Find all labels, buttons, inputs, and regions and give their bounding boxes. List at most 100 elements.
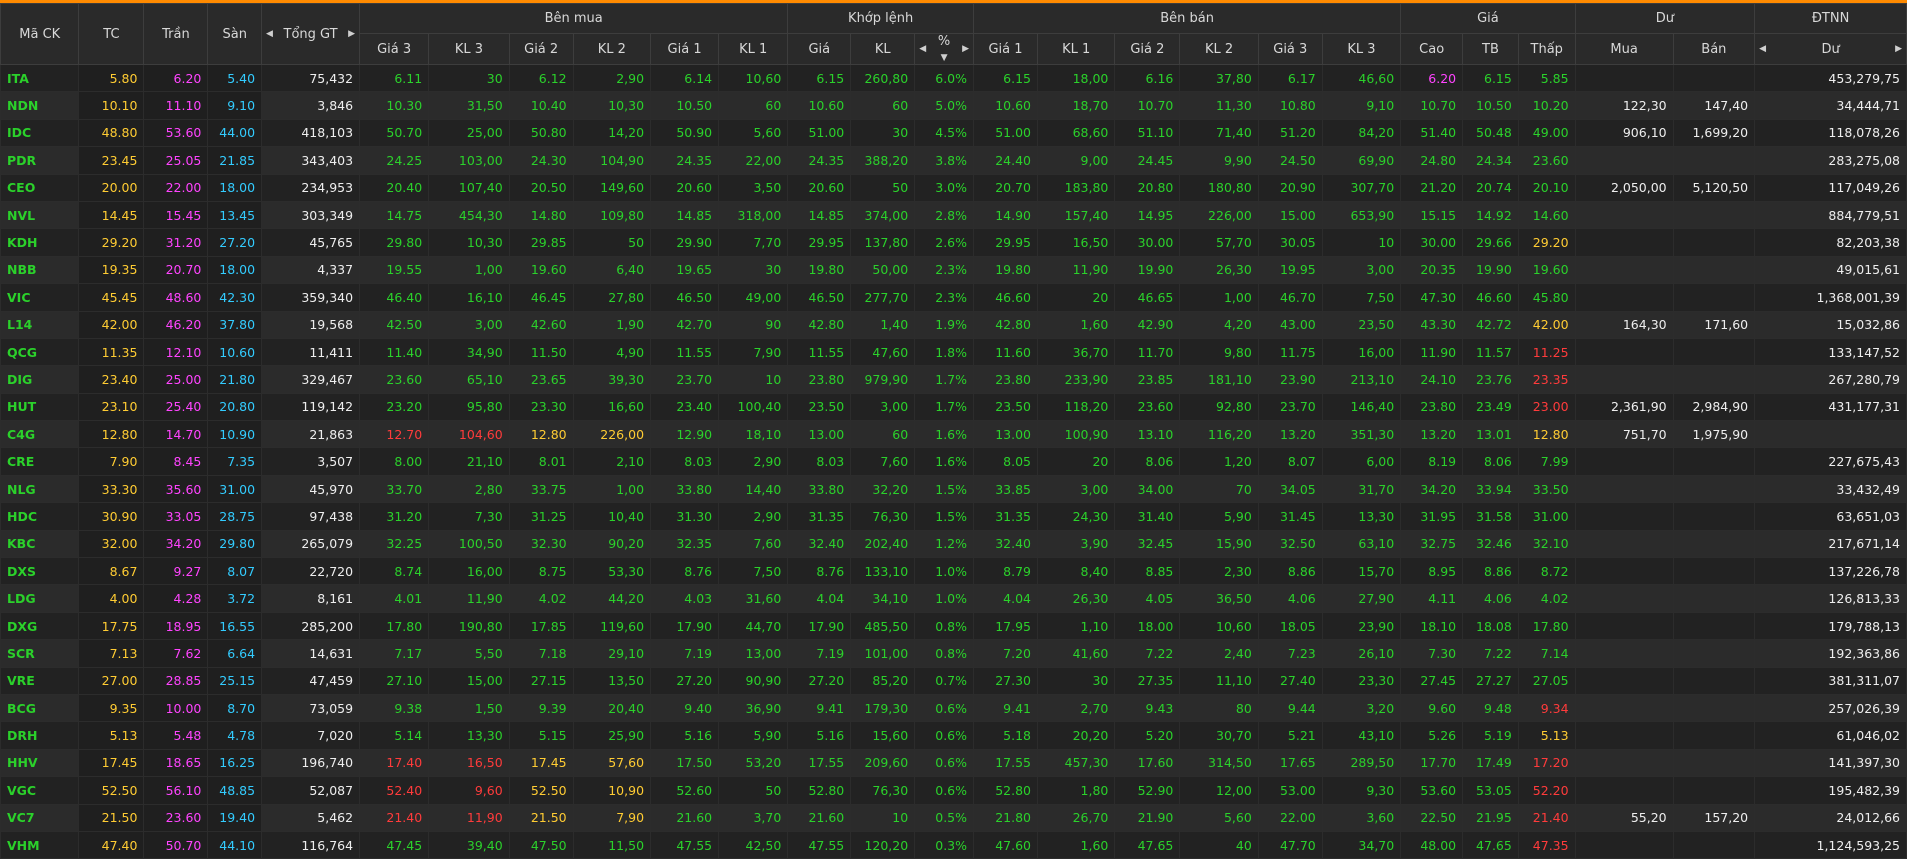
col-ma-ck[interactable]: Mã CK xyxy=(0,3,80,65)
cell-symbol[interactable]: DRH xyxy=(0,721,80,750)
cell-symbol[interactable]: PDR xyxy=(0,146,80,175)
col-sell-gia1[interactable]: Giá 1 xyxy=(973,33,1038,65)
cell-symbol[interactable]: VRE xyxy=(0,666,80,695)
cell-symbol[interactable]: VIC xyxy=(0,283,80,312)
table-row[interactable]: DXG 17.75 18.95 16.55 285,200 17.80 190,80 17.8… xyxy=(0,611,1907,641)
scroll-left-icon[interactable]: ◀ xyxy=(919,44,926,54)
cell-symbol[interactable]: DIG xyxy=(0,365,80,394)
cell-symbol[interactable]: CEO xyxy=(0,173,80,202)
col-buy-gia1[interactable]: Giá 1 xyxy=(650,33,720,65)
cell-buy-price-1: 7.19 xyxy=(650,639,720,668)
table-row[interactable]: VC7 21.50 23.60 19.40 5,462 21.40 11,90 21.50 7,… xyxy=(0,803,1907,832)
table-row[interactable]: NVL 14.45 15.45 13.45 303,349 14.75 454,30 14.8… xyxy=(0,200,1907,230)
cell-symbol[interactable]: BCG xyxy=(0,693,80,723)
cell-symbol[interactable]: ITA xyxy=(0,63,80,93)
col-match-pct[interactable]: ◀ % ▼ ▶ xyxy=(914,33,975,65)
cell-symbol[interactable]: NVL xyxy=(0,200,80,230)
table-row[interactable]: IDC 48.80 53.60 44.00 418,103 50.70 25,00 50.80… xyxy=(0,118,1907,148)
scroll-left-icon[interactable]: ◀ xyxy=(266,29,273,39)
cell-residual-sell xyxy=(1672,529,1756,559)
cell-buy-price-2: 47.50 xyxy=(508,830,574,859)
table-row[interactable]: NDN 10.10 11.10 9.10 3,846 10.30 31,50 10.40 10,… xyxy=(0,91,1907,120)
col-thap[interactable]: Thấp xyxy=(1517,33,1576,65)
col-buy-gia3[interactable]: Giá 3 xyxy=(359,33,430,65)
cell-symbol[interactable]: HHV xyxy=(0,748,80,778)
table-row[interactable]: KBC 32.00 34.20 29.80 265,079 32.25 100,50 32.3… xyxy=(0,529,1907,559)
table-row[interactable]: BCG 9.35 10.00 8.70 73,059 9.38 1,50 9.39 20,40 9… xyxy=(0,693,1907,723)
cell-avg-price: 32.46 xyxy=(1462,529,1519,559)
table-row[interactable]: NBB 19.35 20.70 18.00 4,337 19.55 1,00 19.60 6,4… xyxy=(0,255,1907,285)
scroll-right-icon[interactable]: ▶ xyxy=(348,29,355,39)
table-row[interactable]: DRH 5.13 5.48 4.78 7,020 5.14 13,30 5.15 25,90 5.… xyxy=(0,721,1907,750)
col-du-mua[interactable]: Mua xyxy=(1574,33,1674,65)
cell-symbol[interactable]: NBB xyxy=(0,255,80,285)
table-row[interactable]: LDG 4.00 4.28 3.72 8,161 4.01 11,90 4.02 44,20 4.… xyxy=(0,584,1907,613)
scroll-right-icon[interactable]: ▶ xyxy=(1895,44,1902,54)
col-sell-gia2[interactable]: Giá 2 xyxy=(1114,33,1181,65)
scroll-right-icon[interactable]: ▶ xyxy=(962,44,969,54)
col-match-gia[interactable]: Giá xyxy=(787,33,852,65)
cell-symbol[interactable]: NLG xyxy=(0,474,80,504)
table-row[interactable]: NLG 33.30 35.60 31.00 45,970 33.70 2,80 33.75 1,… xyxy=(0,474,1907,504)
cell-symbol[interactable]: KDH xyxy=(0,228,80,257)
table-row[interactable]: QCG 11.35 12.10 10.60 11,411 11.40 34,90 11.50 4… xyxy=(0,337,1907,367)
table-row[interactable]: ITA 5.80 6.20 5.40 75,432 6.11 30 6.12 2,90 6.14 1… xyxy=(0,63,1907,93)
cell-buy-price-2: 31.25 xyxy=(508,502,574,531)
cell-foreign-room: 195,482,39 xyxy=(1754,776,1907,805)
cell-symbol[interactable]: VGC xyxy=(0,776,80,805)
col-du-ban[interactable]: Bán xyxy=(1672,33,1756,65)
col-tong-gt[interactable]: ◀ Tổng GT ▶ xyxy=(261,3,361,65)
cell-symbol[interactable]: IDC xyxy=(0,118,80,148)
table-row[interactable]: CEO 20.00 22.00 18.00 234,953 20.40 107,40 20.5… xyxy=(0,173,1907,202)
col-buy-kl3[interactable]: KL 3 xyxy=(428,33,510,65)
table-row[interactable]: C4G 12.80 14.70 10.90 21,863 12.70 104,60 12.80… xyxy=(0,420,1907,449)
cell-residual-buy xyxy=(1574,447,1674,476)
col-sell-kl3[interactable]: KL 3 xyxy=(1321,33,1402,65)
table-row[interactable]: SCR 7.13 7.62 6.64 14,631 7.17 5,50 7.18 29,10 7.… xyxy=(0,639,1907,668)
col-sell-kl2[interactable]: KL 2 xyxy=(1179,33,1259,65)
table-row[interactable]: KDH 29.20 31.20 27.20 45,765 29.80 10,30 29.85 5… xyxy=(0,228,1907,257)
cell-symbol[interactable]: KBC xyxy=(0,529,80,559)
col-san[interactable]: Sàn xyxy=(207,3,263,65)
col-buy-gia2[interactable]: Giá 2 xyxy=(508,33,574,65)
cell-symbol[interactable]: DXG xyxy=(0,611,80,641)
table-row[interactable]: HUT 23.10 25.40 20.80 119,142 23.20 95,80 23.30… xyxy=(0,392,1907,422)
cell-foreign-room: 227,675,43 xyxy=(1754,447,1907,476)
table-row[interactable]: VGC 52.50 56.10 48.85 52,087 52.40 9,60 52.50 10… xyxy=(0,776,1907,805)
cell-symbol[interactable]: QCG xyxy=(0,337,80,367)
col-cao[interactable]: Cao xyxy=(1400,33,1464,65)
cell-symbol[interactable]: C4G xyxy=(0,420,80,449)
table-row[interactable]: PDR 23.45 25.05 21.85 343,403 24.25 103,00 24.3… xyxy=(0,146,1907,175)
cell-floor-price: 18.00 xyxy=(207,173,263,202)
cell-symbol[interactable]: VC7 xyxy=(0,803,80,832)
cell-symbol[interactable]: L14 xyxy=(0,310,80,339)
table-row[interactable]: VHM 47.40 50.70 44.10 116,764 47.45 39,40 47.50… xyxy=(0,830,1907,859)
col-sell-gia3[interactable]: Giá 3 xyxy=(1257,33,1323,65)
col-nn-du[interactable]: ◀ Dư ▶ xyxy=(1754,33,1907,65)
table-row[interactable]: VIC 45.45 48.60 42.30 359,340 46.40 16,10 46.45… xyxy=(0,283,1907,312)
cell-symbol[interactable]: HDC xyxy=(0,502,80,531)
cell-symbol[interactable]: CRE xyxy=(0,447,80,476)
table-row[interactable]: VRE 27.00 28.85 25.15 47,459 27.10 15,00 27.15 1… xyxy=(0,666,1907,695)
col-buy-kl1[interactable]: KL 1 xyxy=(718,33,789,65)
table-row[interactable]: HDC 30.90 33.05 28.75 97,438 31.20 7,30 31.25 10… xyxy=(0,502,1907,531)
cell-symbol[interactable]: SCR xyxy=(0,639,80,668)
cell-buy-price-3: 10.30 xyxy=(359,91,430,120)
table-row[interactable]: HHV 17.45 18.65 16.25 196,740 17.40 16,50 17.45… xyxy=(0,748,1907,778)
table-row[interactable]: CRE 7.90 8.45 7.35 3,507 8.00 21,10 8.01 2,10 8.0… xyxy=(0,447,1907,476)
table-row[interactable]: DXS 8.67 9.27 8.07 22,720 8.74 16,00 8.75 53,30 8… xyxy=(0,557,1907,586)
table-row[interactable]: DIG 23.40 25.00 21.80 329,467 23.60 65,10 23.65… xyxy=(0,365,1907,394)
col-tc[interactable]: TC xyxy=(78,3,145,65)
cell-symbol[interactable]: VHM xyxy=(0,830,80,859)
col-buy-kl2[interactable]: KL 2 xyxy=(572,33,652,65)
cell-symbol[interactable]: HUT xyxy=(0,392,80,422)
col-tb[interactable]: TB xyxy=(1462,33,1519,65)
col-match-kl[interactable]: KL xyxy=(850,33,916,65)
scroll-left-icon[interactable]: ◀ xyxy=(1759,44,1766,54)
col-sell-kl1[interactable]: KL 1 xyxy=(1036,33,1116,65)
col-tran[interactable]: Trần xyxy=(143,3,209,65)
table-row[interactable]: L14 42.00 46.20 37.80 19,568 42.50 3,00 42.60 1,… xyxy=(0,310,1907,339)
cell-symbol[interactable]: DXS xyxy=(0,557,80,586)
cell-symbol[interactable]: NDN xyxy=(0,91,80,120)
cell-symbol[interactable]: LDG xyxy=(0,584,80,613)
